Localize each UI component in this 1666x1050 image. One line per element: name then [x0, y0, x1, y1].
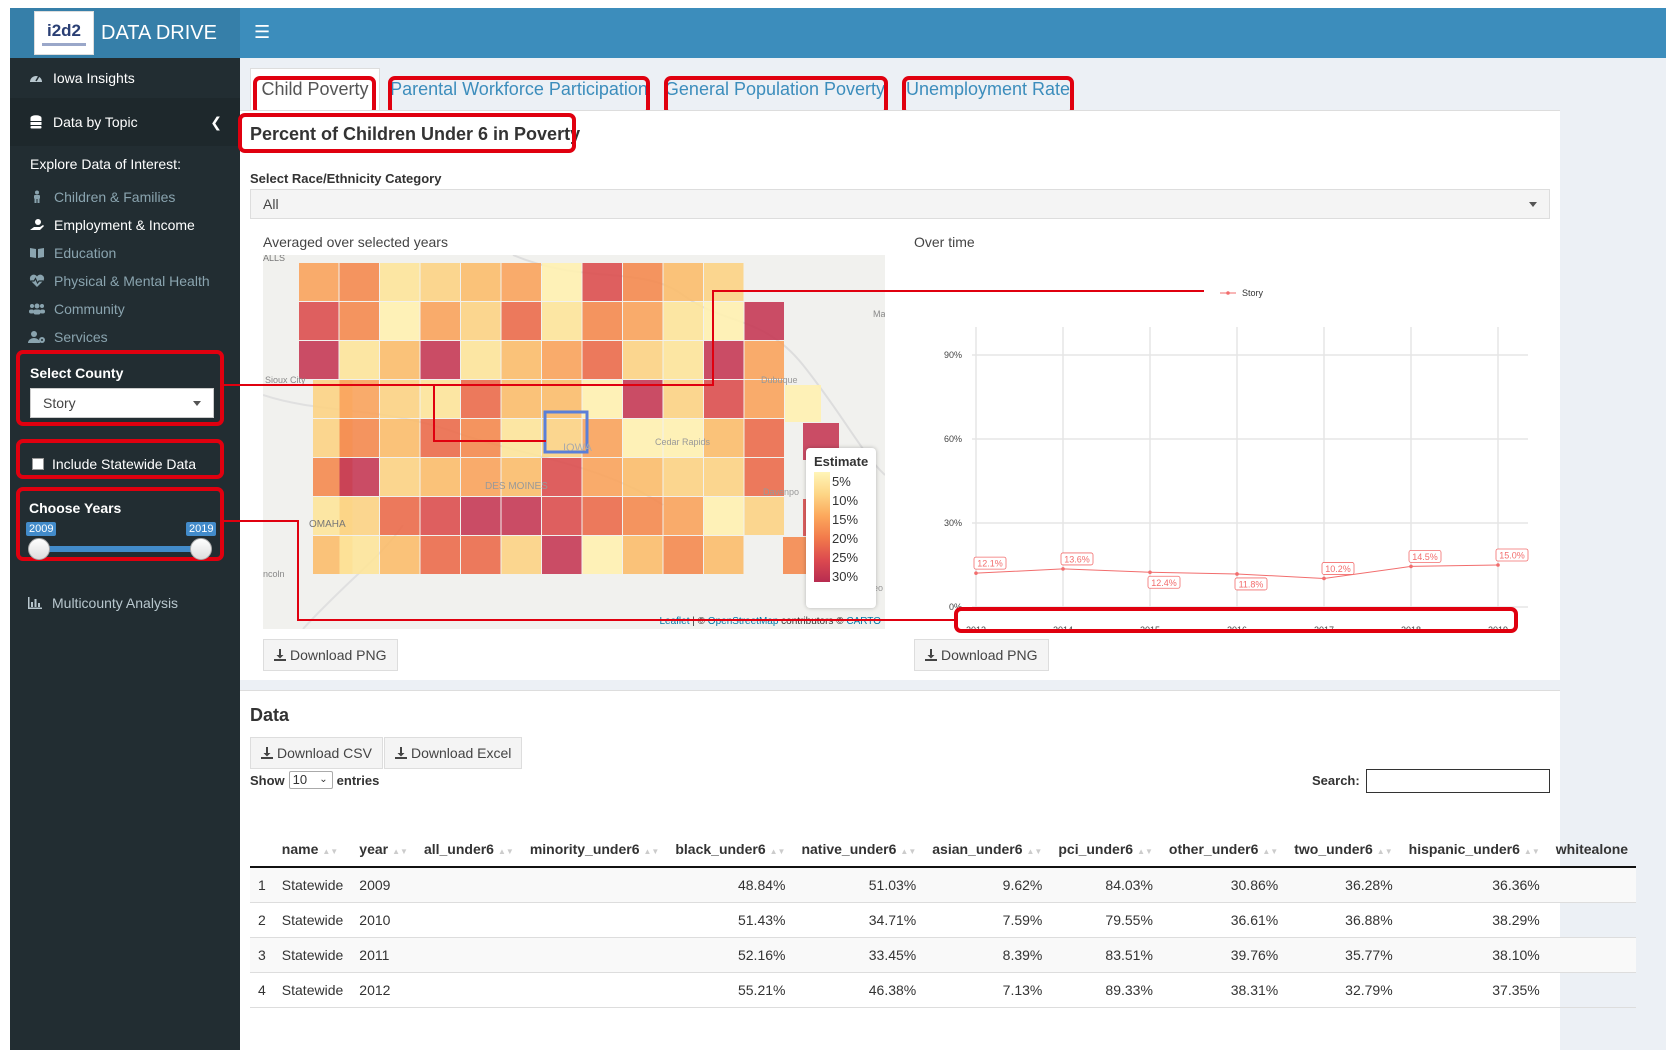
app-frame: i2d2 DATA DRIVE ☰ Iowa Insights Data by …: [10, 8, 1666, 1050]
annotation-connectors: [224, 290, 1204, 621]
page-margin: [0, 0, 10, 1050]
